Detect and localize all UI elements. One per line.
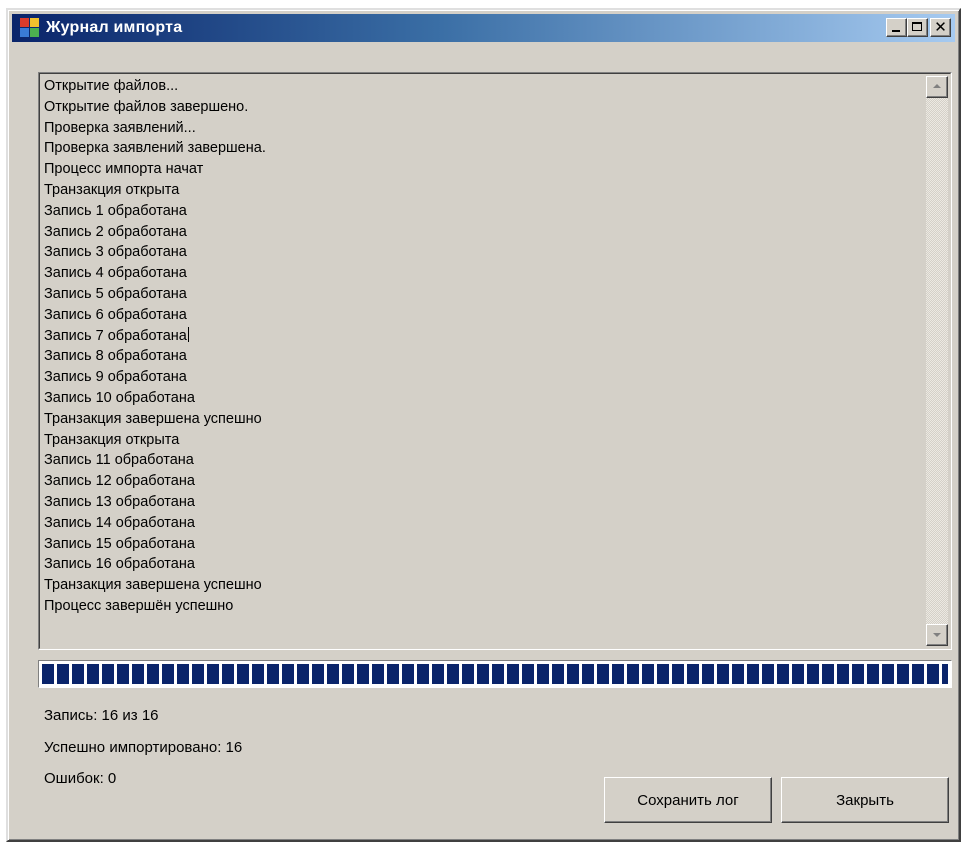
log-line: Запись 12 обработана [44,473,195,490]
window-title: Журнал импорта [46,19,183,36]
log-line: Проверка заявлений... [44,119,196,136]
error-counter: Ошибок: 0 [44,770,117,787]
log-line: Запись 15 обработана [44,535,195,552]
close-icon: ✕ [934,19,947,36]
close-window-button[interactable]: ✕ [930,18,951,37]
log-line: Процесс импорта начат [44,161,204,178]
log-textbox-frame: Открытие файлов... Открытие файлов заверш… [39,73,951,649]
window-controls: ✕ [886,18,951,37]
minimize-button[interactable] [886,18,907,37]
log-line: Запись 10 обработана [44,389,195,406]
arrow-down-icon [933,633,941,637]
imported-counter: Успешно импортировано: 16 [44,739,243,756]
log-line: Запись 13 обработана [44,493,195,510]
log-textbox[interactable]: Открытие файлов... Открытие файлов заверш… [38,72,952,650]
log-line: Запись 11 обработана [44,452,194,469]
log-line: Запись 8 обработана [44,348,187,365]
text-caret [187,326,189,342]
log-line: Запись 5 обработана [44,285,187,302]
log-line: Запись 1 обработана [44,202,187,219]
maximize-button[interactable] [907,18,928,37]
log-line: Процесс завершён успешно [44,597,234,614]
record-counter: Запись: 16 из 16 [44,707,159,724]
log-line: Запись 6 обработана [44,306,187,323]
log-text[interactable]: Открытие файлов... Открытие файлов заверш… [44,76,920,646]
progress-fill [42,664,948,684]
log-line: Открытие файлов завершено. [44,98,249,115]
maximize-icon [912,22,922,31]
save-log-button[interactable]: Сохранить лог [604,777,772,823]
log-line: Транзакция завершена успешно [44,410,262,427]
arrow-up-icon [933,84,941,88]
log-line: Запись 14 обработана [44,514,195,531]
minimize-icon [892,30,900,32]
log-line: Запись 4 обработана [44,265,187,282]
log-line: Транзакция открыта [44,181,180,198]
log-scrollbar[interactable] [926,76,948,646]
log-line: Проверка заявлений завершена. [44,140,266,157]
import-progress-bar [38,660,952,688]
log-line: Запись 2 обработана [44,223,187,240]
log-line: Транзакция завершена успешно [44,577,262,594]
title-bar[interactable]: Журнал импорта ✕ [12,14,955,42]
log-line: Запись 3 обработана [44,244,187,261]
log-line: Запись 9 обработана [44,369,187,386]
application-icon [20,18,40,38]
close-button[interactable]: Закрыть [781,777,949,823]
log-line: Запись 7 обработана [44,326,189,344]
scroll-up-button[interactable] [926,76,948,98]
import-log-window: Журнал импорта ✕ Открытие файлов... Откры… [6,8,961,842]
scroll-down-button[interactable] [926,624,948,646]
log-line: Открытие файлов... [44,78,179,94]
log-line: Транзакция открыта [44,431,180,448]
log-line: Запись 16 обработана [44,556,195,573]
